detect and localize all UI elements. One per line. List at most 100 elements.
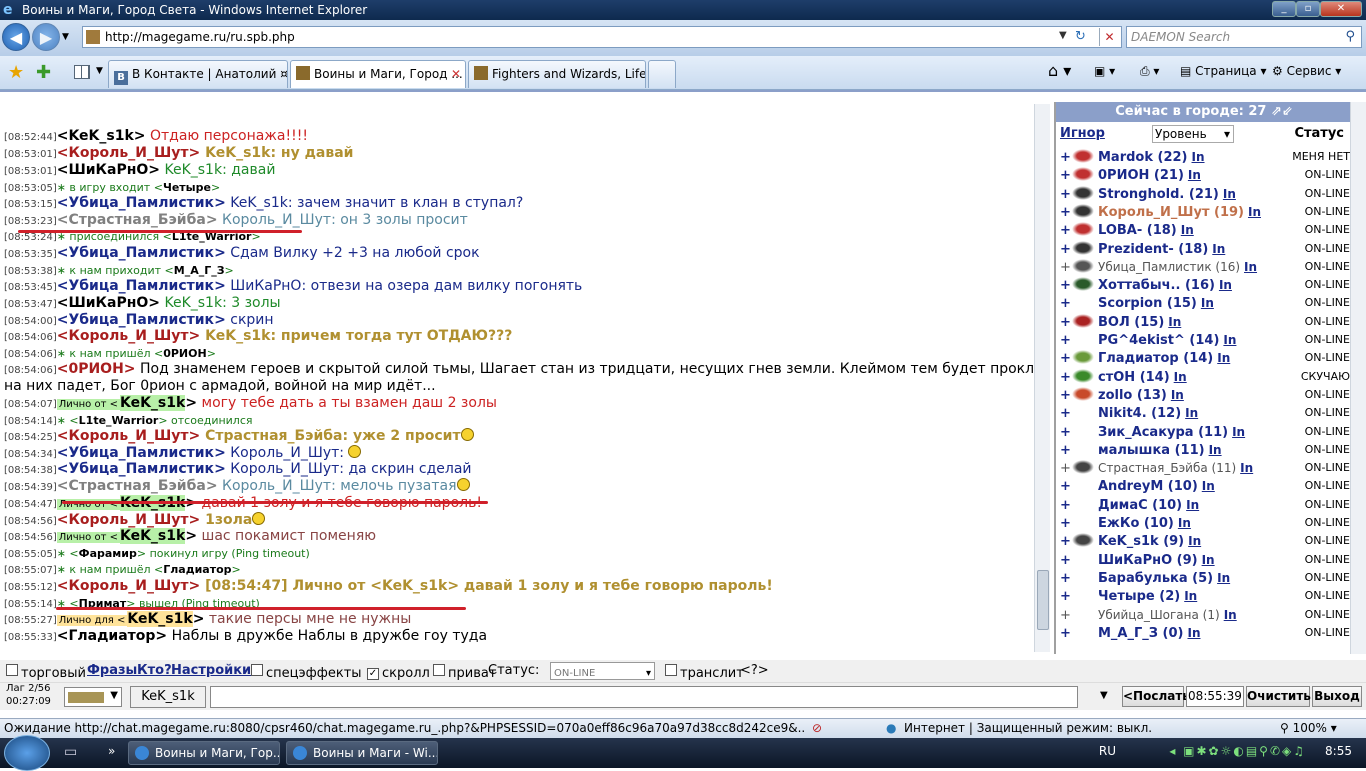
privacy-icon[interactable]: ⊘ bbox=[812, 719, 822, 737]
chat-username[interactable]: Убица_Памлистик bbox=[68, 245, 214, 261]
ignore-plus-icon[interactable]: + bbox=[1060, 149, 1072, 167]
address-bar[interactable]: http://magegame.ru/ru.spb.php ▼ ↻ ✕ bbox=[82, 26, 1122, 48]
home-icon[interactable]: ⌂ ▾ bbox=[1048, 61, 1071, 80]
user-list-item[interactable]: + PG^4ekist^ (14) In ON-LINE bbox=[1060, 331, 1352, 349]
chat-scrollbar-thumb[interactable] bbox=[1037, 570, 1049, 630]
refresh-icon[interactable]: ↻ bbox=[1075, 29, 1086, 44]
user-name[interactable]: Scorpion (15) bbox=[1098, 296, 1197, 311]
message-input[interactable] bbox=[210, 686, 1078, 708]
user-info-link[interactable]: In bbox=[1217, 571, 1230, 585]
chat-log[interactable]: [08:52:44]<KeK_s1k> Отдаю персонажа!!!![… bbox=[0, 92, 1034, 650]
ignore-plus-icon[interactable]: + bbox=[1060, 222, 1072, 240]
user-name[interactable]: Mardok (22) bbox=[1098, 150, 1188, 165]
ignore-plus-icon[interactable]: + bbox=[1060, 442, 1072, 460]
user-list-item[interactable]: +0РИОН (21) In ON-LINE bbox=[1060, 166, 1352, 184]
ignore-plus-icon[interactable]: + bbox=[1060, 478, 1072, 496]
user-name[interactable]: Prezident- (18) bbox=[1098, 242, 1208, 257]
chat-username[interactable]: Король_И_Шут bbox=[68, 512, 188, 528]
user-name[interactable]: Убийца_Шогана (1) bbox=[1098, 608, 1220, 622]
translit-checkbox[interactable]: транслит bbox=[665, 663, 744, 681]
user-list-item[interactable]: + LOBA- (18) In ON-LINE bbox=[1060, 221, 1352, 239]
user-info-link[interactable]: In bbox=[1192, 150, 1205, 164]
print-icon[interactable]: ⎙ ▾ bbox=[1140, 64, 1159, 79]
close-button[interactable]: ✕ bbox=[1320, 1, 1362, 17]
level-select[interactable]: Уровень ▾ bbox=[1152, 125, 1234, 143]
ignore-plus-icon[interactable]: + bbox=[1060, 186, 1072, 204]
search-box[interactable]: DAEMON Search ⚲ bbox=[1126, 26, 1362, 48]
ignore-plus-icon[interactable]: + bbox=[1060, 497, 1072, 515]
user-info-link[interactable]: In bbox=[1202, 479, 1215, 493]
ignore-plus-icon[interactable]: + bbox=[1060, 515, 1072, 533]
ignore-plus-icon[interactable]: + bbox=[1060, 570, 1072, 588]
ignore-plus-icon[interactable]: + bbox=[1060, 460, 1072, 478]
user-name[interactable]: стОН (14) bbox=[1098, 370, 1170, 385]
chat-username[interactable]: KeK_s1k bbox=[119, 528, 186, 544]
user-name[interactable]: AndreyM (10) bbox=[1098, 479, 1198, 494]
quick-tabs-icon[interactable] bbox=[74, 65, 90, 79]
new-tab-button[interactable] bbox=[648, 60, 676, 88]
chat-username[interactable]: Король_И_Шут bbox=[68, 578, 188, 594]
user-list-item[interactable]: + Барабулька (5) In ON-LINE bbox=[1060, 569, 1352, 587]
user-name[interactable]: Убица_Памлистик (16) bbox=[1098, 260, 1240, 274]
zoom-control[interactable]: ⚲ 100% ▾ bbox=[1280, 719, 1337, 737]
user-info-link[interactable]: In bbox=[1168, 315, 1181, 329]
scroll-checkbox[interactable]: ✓ скролл bbox=[367, 663, 430, 681]
chat-username[interactable]: Король_И_Шут bbox=[68, 428, 188, 444]
user-name[interactable]: Четыре (2) bbox=[1098, 589, 1180, 604]
user-info-link[interactable]: In bbox=[1174, 370, 1187, 384]
user-list-item[interactable]: + KeK_s1k (9) In ON-LINE bbox=[1060, 532, 1352, 550]
chat-username[interactable]: KeK_s1k bbox=[68, 128, 133, 144]
user-info-link[interactable]: In bbox=[1186, 498, 1199, 512]
user-info-link[interactable]: In bbox=[1223, 187, 1236, 201]
chat-username[interactable]: Король_И_Шут bbox=[68, 145, 188, 161]
chat-username[interactable]: Гладиатор bbox=[68, 628, 155, 644]
ignore-plus-icon[interactable]: + bbox=[1060, 167, 1072, 185]
chat-scrollbar[interactable] bbox=[1034, 104, 1050, 652]
user-list-item[interactable]: + Гладиатор (14) In ON-LINE bbox=[1060, 349, 1352, 367]
user-list-item[interactable]: + Nikit4. (12) In ON-LINE bbox=[1060, 404, 1352, 422]
user-info-link[interactable]: In bbox=[1184, 589, 1197, 603]
ignore-plus-icon[interactable]: + bbox=[1060, 314, 1072, 332]
chat-username[interactable]: KeK_s1k bbox=[127, 611, 193, 627]
user-name[interactable]: KeK_s1k (9) bbox=[1098, 534, 1184, 549]
ignore-plus-icon[interactable]: + bbox=[1060, 295, 1072, 313]
search-icon[interactable]: ⚲ bbox=[1345, 29, 1355, 44]
settings-link[interactable]: Настройки bbox=[171, 663, 251, 678]
chat-username[interactable]: Убица_Памлистик bbox=[68, 445, 214, 461]
tab-fighters-and-wizards[interactable]: Fighters and Wizards, Life ... bbox=[468, 60, 646, 88]
user-info-link[interactable]: In bbox=[1202, 553, 1215, 567]
ignore-plus-icon[interactable]: + bbox=[1060, 277, 1072, 295]
user-info-link[interactable]: In bbox=[1185, 406, 1198, 420]
color-picker[interactable]: ▼ bbox=[64, 687, 122, 707]
user-name[interactable]: малышка (11) bbox=[1098, 443, 1205, 458]
user-info-link[interactable]: In bbox=[1181, 223, 1194, 237]
chat-username[interactable]: Король_И_Шут bbox=[68, 328, 188, 344]
ignore-plus-icon[interactable]: + bbox=[1060, 552, 1072, 570]
user-info-link[interactable]: In bbox=[1188, 168, 1201, 182]
nick-field[interactable]: KeK_s1k bbox=[130, 686, 206, 708]
quicklaunch-more-icon[interactable]: » bbox=[108, 744, 115, 758]
ignore-plus-icon[interactable]: + bbox=[1060, 350, 1072, 368]
tray-icons[interactable]: ◂ ▣✱✿☼◐▤⚲✆◈♫ bbox=[1169, 744, 1306, 758]
chat-username[interactable]: Убица_Памлистик bbox=[68, 461, 214, 477]
ignore-plus-icon[interactable]: + bbox=[1060, 204, 1072, 222]
ignore-plus-icon[interactable]: + bbox=[1060, 588, 1072, 606]
user-info-link[interactable]: In bbox=[1240, 461, 1253, 475]
message-history-dropdown[interactable]: ▼ bbox=[1100, 690, 1108, 701]
user-list-item[interactable]: + Убица_Памлистик (16) In ON-LINE bbox=[1060, 258, 1352, 276]
user-name[interactable]: Гладиатор (14) bbox=[1098, 351, 1213, 366]
page-scrollbar[interactable] bbox=[1350, 102, 1366, 654]
user-info-link[interactable]: In bbox=[1217, 351, 1230, 365]
user-info-link[interactable]: In bbox=[1248, 205, 1261, 219]
user-info-link[interactable]: In bbox=[1178, 516, 1191, 530]
chat-username[interactable]: Убица_Памлистик bbox=[68, 312, 214, 328]
user-list-item[interactable]: + Mardok (22) In МЕНЯ НЕТ bbox=[1060, 148, 1352, 166]
user-info-link[interactable]: In bbox=[1187, 626, 1200, 640]
chat-username[interactable]: 0РИОН bbox=[68, 361, 123, 377]
phrases-link[interactable]: Фразы bbox=[87, 663, 137, 678]
ignore-plus-icon[interactable]: + bbox=[1060, 332, 1072, 350]
user-list-item[interactable]: + Король_И_Шут (19) In ON-LINE bbox=[1060, 203, 1352, 221]
page-menu[interactable]: ▤ Страница ▾ bbox=[1180, 64, 1267, 78]
chat-username[interactable]: KeK_s1k bbox=[119, 395, 186, 411]
ignore-plus-icon[interactable]: + bbox=[1060, 625, 1072, 643]
